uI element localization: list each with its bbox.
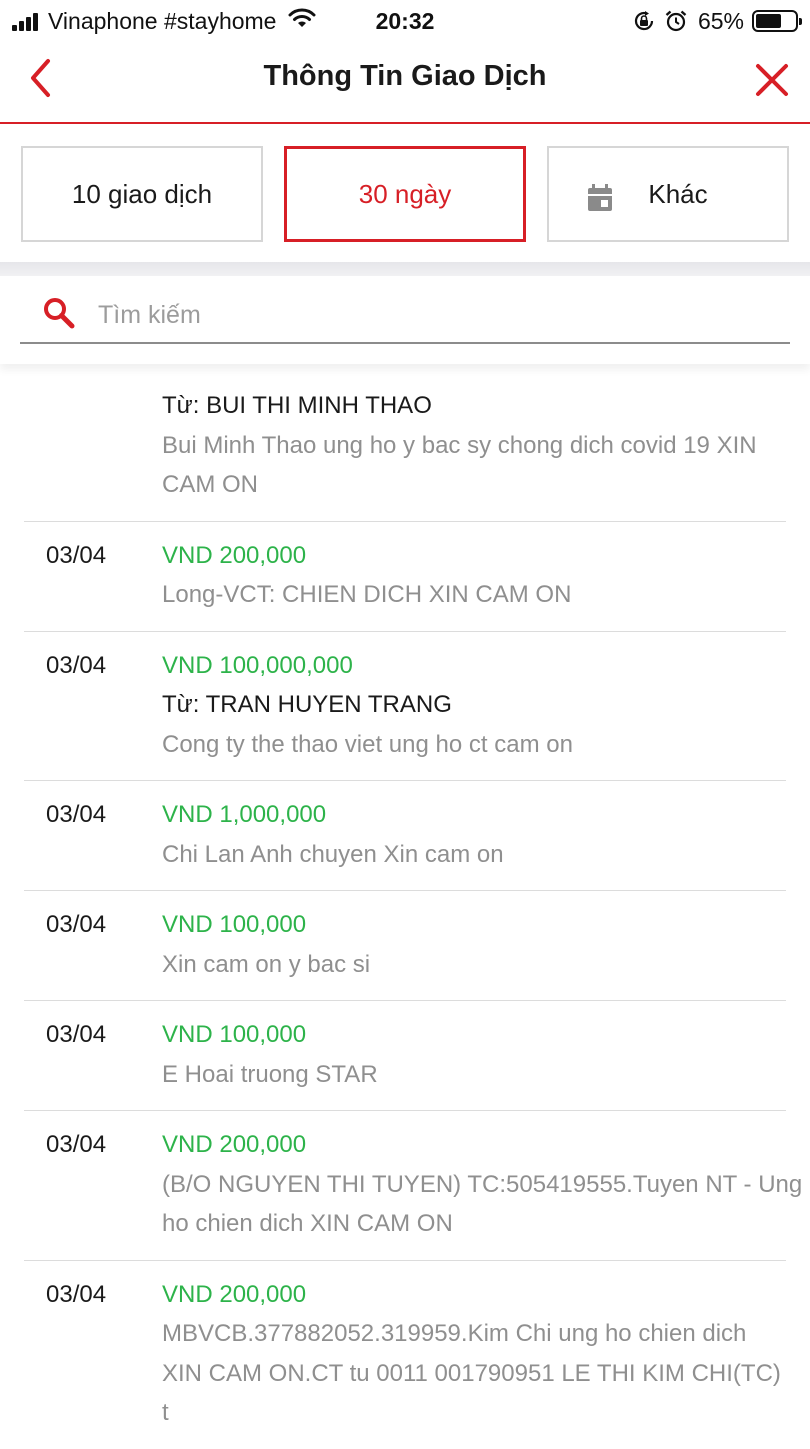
transaction-date: 03/04 (46, 541, 107, 569)
transaction-date: 03/04 (46, 1131, 107, 1158)
transaction-row[interactable]: 03/04 VND 200,000 MBVCB.377882052.319959.K… (24, 1261, 786, 1449)
transaction-details: VND 200,000 Long-VCT: CHIEN DICH XIN CAM … (162, 536, 786, 615)
tab-label: 10 giao dịch (71, 178, 213, 209)
transaction-amount: VND 200,000 (162, 1280, 307, 1308)
battery-icon (752, 10, 802, 32)
transaction-date: 03/04 (46, 1021, 107, 1048)
battery-percent: 65% (697, 7, 744, 34)
section-divider (0, 262, 810, 276)
transaction-amount: VND 200,000 (162, 541, 307, 569)
transaction-description: Bui Minh Thao ung ho y bac sy chong dich… (162, 431, 757, 499)
transaction-details: VND 1,000,000 Chi Lan Anh chuyen Xin cam … (162, 795, 786, 874)
transaction-list: Từ: BUI THI MINH THAO Bui Minh Thao ung h… (0, 380, 810, 1449)
transaction-date: 03/04 (46, 1280, 107, 1308)
transaction-description: Chi Lan Anh chuyen Xin cam on (162, 840, 504, 868)
transaction-details: VND 200,000 MBVCB.377882052.319959.Kim Ch… (162, 1275, 786, 1433)
transaction-row[interactable]: 03/04 VND 1,000,000 Chi Lan Anh chuyen Xin… (24, 781, 786, 891)
calendar-icon (587, 184, 613, 219)
transaction-details: VND 100,000 Xin cam on y bac si (162, 905, 786, 984)
tab-other[interactable]: Khác (547, 146, 789, 242)
search-area (0, 276, 810, 364)
transaction-row[interactable]: 03/04 VND 100,000 Xin cam on y bac si (24, 891, 786, 1001)
transaction-details: VND 100,000 E Hoai truong STAR (162, 1015, 786, 1094)
transaction-description: Xin cam on y bac si (162, 950, 371, 978)
page-title: Thông Tin Giao Dịch (263, 60, 547, 92)
battery-level-fill (756, 14, 781, 28)
tab-10-transactions[interactable]: 10 giao dịch (21, 146, 263, 242)
transaction-sender: Từ: BUI THI MINH THAO (162, 392, 432, 419)
search-input[interactable] (96, 294, 780, 336)
transaction-date: 03/04 (46, 651, 107, 679)
transaction-row[interactable]: 03/04 VND 200,000 Long-VCT: CHIEN DICH XIN… (24, 522, 786, 632)
transaction-description: (B/O NGUYEN THI TUYEN) TC:505419555.Tuye… (162, 1170, 803, 1238)
search-icon (42, 296, 76, 335)
transaction-row[interactable]: Từ: BUI THI MINH THAO Bui Minh Thao ung h… (24, 380, 786, 522)
transaction-description: Cong ty the thao viet ung ho ct cam on (162, 730, 573, 758)
transaction-description: Long-VCT: CHIEN DICH XIN CAM ON (162, 581, 572, 608)
transaction-description: MBVCB.377882052.319959.Kim Chi ung ho ch… (162, 1320, 781, 1426)
alarm-icon (664, 9, 688, 33)
transaction-amount: VND 100,000,000 (162, 651, 353, 679)
transaction-row[interactable]: 03/04 VND 100,000 E Hoai truong STAR (24, 1001, 786, 1111)
app-header: Thông Tin Giao Dịch (0, 42, 810, 124)
transaction-row[interactable]: 03/04 VND 200,000 (B/O NGUYEN THI TUYEN) T… (24, 1111, 802, 1261)
transaction-date: 03/04 (46, 911, 107, 938)
transaction-amount: VND 200,000 (162, 1131, 307, 1158)
transaction-details: VND 100,000,000 Từ: TRAN HUYEN TRANG Cong … (162, 646, 786, 765)
status-bar: Vinaphone #stayhome 20:32 65% (0, 0, 810, 42)
transaction-amount: VND 100,000 (162, 1021, 307, 1048)
transaction-amount: VND 1,000,000 (162, 801, 327, 828)
orientation-lock-icon (632, 9, 656, 33)
tab-label: Khác (648, 178, 708, 209)
close-icon (756, 64, 788, 96)
transaction-date: 03/04 (46, 801, 107, 828)
transaction-row[interactable]: 03/04 VND 100,000,000 Từ: TRAN HUYEN TRANG… (24, 632, 786, 781)
tab-label: 30 ngày (358, 178, 452, 209)
transaction-amount: VND 100,000 (162, 911, 307, 938)
tab-30-days[interactable]: 30 ngày (284, 146, 526, 242)
transaction-sender: Từ: TRAN HUYEN TRANG (162, 691, 452, 718)
close-button[interactable] (752, 60, 792, 100)
transaction-details: Từ: BUI THI MINH THAO Bui Minh Thao ung h… (162, 386, 786, 505)
filter-tabs: 10 giao dịch 30 ngày Khác (0, 124, 810, 262)
status-right: 65% (624, 6, 802, 36)
transaction-details: VND 200,000 (B/O NGUYEN THI TUYEN) TC:505… (162, 1125, 802, 1244)
search-box[interactable] (20, 286, 790, 344)
transaction-description: E Hoai truong STAR (162, 1060, 378, 1088)
